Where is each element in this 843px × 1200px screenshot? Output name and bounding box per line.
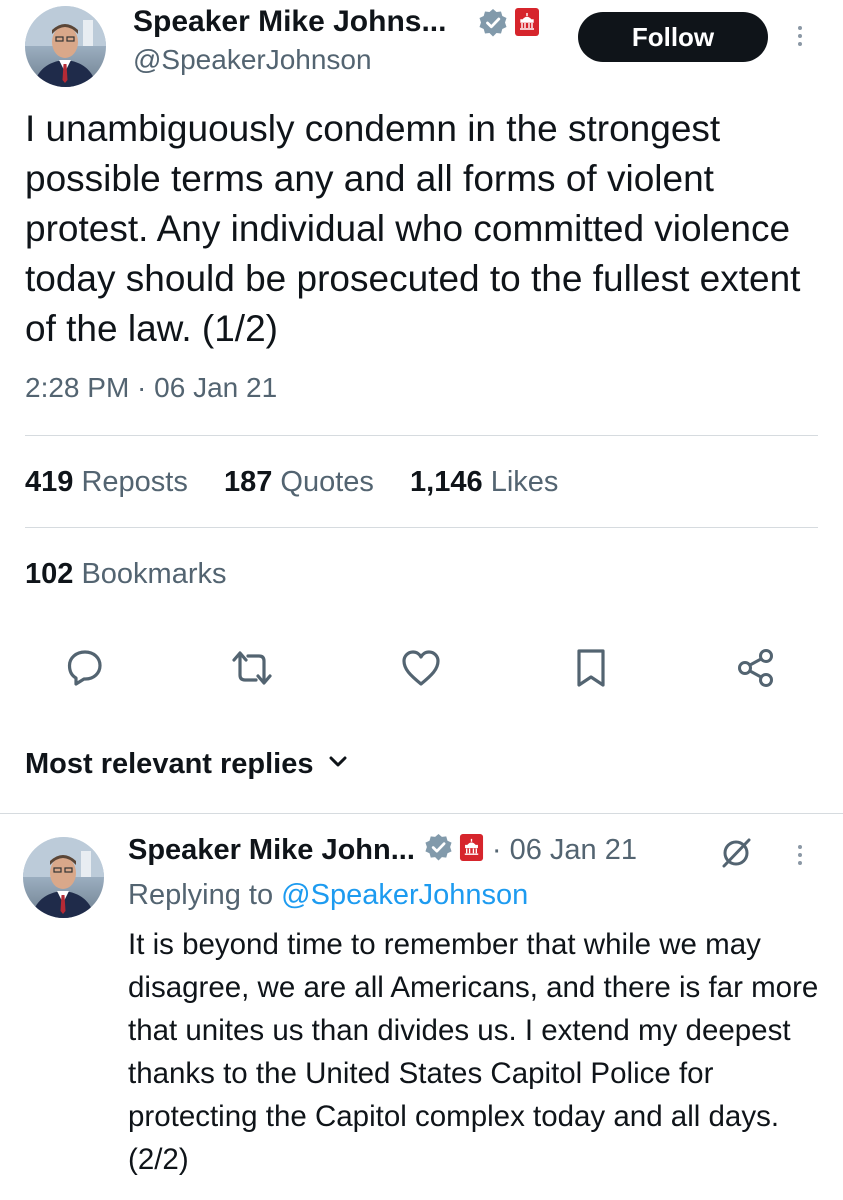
tweet-timestamp[interactable]: 2:28 PM · 06 Jan 21 <box>25 372 277 404</box>
reply-icon[interactable] <box>65 647 105 687</box>
likes-stat[interactable]: 1,146 Likes <box>410 466 558 498</box>
reply-date[interactable]: · 06 Jan 21 <box>492 834 637 867</box>
share-icon[interactable] <box>736 648 778 688</box>
bookmarks-count: 102 <box>25 558 74 590</box>
engagement-stats: 419 Reposts 187 Quotes 1,146 Likes <box>25 466 558 499</box>
reply-more-options-icon[interactable] <box>798 841 802 869</box>
replying-to-handle-link[interactable]: @SpeakerJohnson <box>281 879 528 911</box>
author-handle[interactable]: @SpeakerJohnson <box>133 44 372 76</box>
bookmarks-stat[interactable]: 102 Bookmarks <box>25 558 227 591</box>
reposts-stat[interactable]: 419 Reposts <box>25 466 188 498</box>
reply-author-name[interactable]: Speaker Mike John... <box>128 834 415 867</box>
quotes-count: 187 <box>223 466 273 498</box>
divider <box>25 527 818 528</box>
author-avatar[interactable] <box>25 6 106 87</box>
verified-badge-icon <box>478 8 508 43</box>
capitol-affiliation-icon <box>514 7 540 42</box>
likes-label: Likes <box>490 466 559 498</box>
divider <box>25 435 818 436</box>
replies-sort-label: Most relevant replies <box>25 748 314 780</box>
more-options-icon[interactable] <box>798 22 802 50</box>
replying-to: Replying to @SpeakerJohnson <box>128 879 528 912</box>
replies-sort-dropdown[interactable]: Most relevant replies <box>25 748 348 781</box>
reply-text: It is beyond time to remember that while… <box>128 928 819 1176</box>
follow-button[interactable]: Follow <box>578 12 768 62</box>
tweet-text: I unambiguously condemn in the strongest… <box>25 108 801 349</box>
reposts-count: 419 <box>25 466 74 498</box>
capitol-affiliation-icon <box>459 833 484 867</box>
quotes-label: Quotes <box>280 466 374 498</box>
grok-icon[interactable] <box>719 836 753 875</box>
replying-to-prefix: Replying to <box>128 879 274 911</box>
reply-header: Speaker Mike John... · 06 Jan 21 <box>128 833 637 867</box>
reposts-label: Reposts <box>81 466 188 498</box>
bookmarks-label: Bookmarks <box>81 558 227 590</box>
bookmark-icon[interactable] <box>574 647 608 689</box>
reply-author-avatar[interactable] <box>23 837 104 918</box>
divider <box>0 813 843 814</box>
likes-count: 1,146 <box>410 466 483 498</box>
like-icon[interactable] <box>400 648 442 688</box>
author-name[interactable]: Speaker Mike Johns... <box>133 5 446 39</box>
quotes-stat[interactable]: 187 Quotes <box>224 466 374 498</box>
verified-badge-icon <box>424 833 453 867</box>
repost-icon[interactable] <box>230 649 274 687</box>
chevron-down-icon <box>328 755 348 774</box>
